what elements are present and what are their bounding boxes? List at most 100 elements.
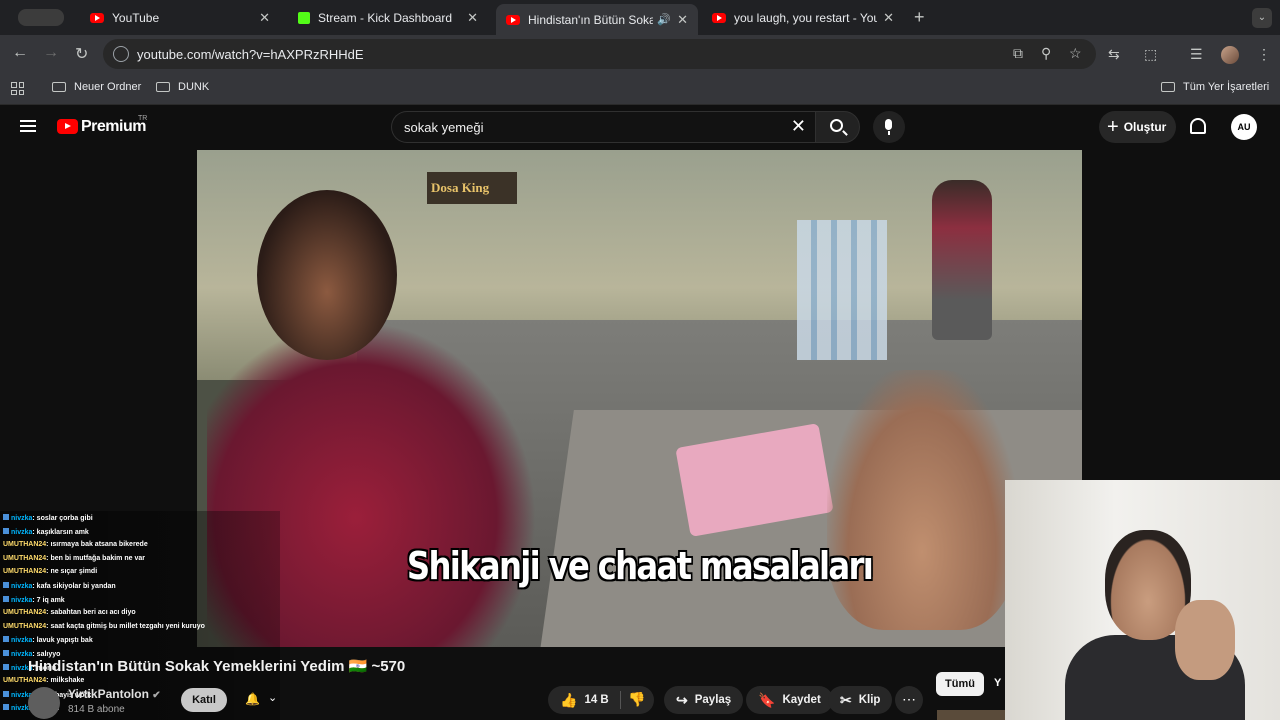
search-button[interactable]	[815, 111, 860, 143]
account-avatar[interactable]: AU	[1231, 114, 1257, 140]
close-icon[interactable]: ✕	[883, 10, 894, 26]
more-actions-icon[interactable]: ⋯	[895, 686, 923, 714]
tab-you-laugh[interactable]: you laugh, you restart - YouTu ✕	[702, 4, 904, 31]
chat-text: : saat kaçta gitmiş bu millet tezgahı ye…	[46, 622, 205, 630]
chat-username[interactable]: UMUTHAN24	[3, 623, 46, 630]
bookmark-icon: 🔖	[758, 691, 776, 708]
menu-hamburger-icon[interactable]	[20, 120, 36, 132]
search-value: sokak yemeği	[404, 120, 484, 135]
chip-all[interactable]: Tümü	[936, 672, 984, 696]
tab-youtube[interactable]: YouTube ✕	[80, 4, 280, 31]
chat-username[interactable]: nivzka	[11, 529, 32, 536]
translate-icon[interactable]: ⇆	[1108, 46, 1120, 63]
close-icon[interactable]: ✕	[467, 10, 478, 26]
install-app-icon[interactable]: ⧉	[1013, 45, 1023, 62]
address-bar[interactable]: youtube.com/watch?v=hAXPRzRHHdE ⧉ ⚲ ☆	[103, 39, 1096, 69]
chat-text: : sabahtan beri acı acı diyo	[46, 609, 136, 617]
chat-username[interactable]: UMUTHAN24	[3, 555, 46, 562]
subscriber-count: 814 B abone	[68, 704, 125, 715]
chat-message: nivzka: kaşıklarsın amk	[3, 527, 89, 536]
share-button[interactable]: ↪ Paylaş	[664, 686, 744, 714]
tab-search-button[interactable]: ⌄	[1252, 8, 1272, 28]
like-icon[interactable]: 👍	[560, 692, 577, 709]
close-icon[interactable]: ✕	[259, 10, 270, 26]
chat-message: nivzka: soslar çorba gibi	[3, 514, 93, 522]
close-icon[interactable]: ✕	[677, 12, 688, 28]
kick-icon	[298, 11, 310, 24]
chevron-down-icon: ⌄	[268, 692, 278, 704]
channel-name[interactable]: YirtikPantolon ✔	[68, 687, 161, 701]
chat-username[interactable]: nivzka	[11, 583, 32, 590]
save-label: Kaydet	[782, 694, 821, 706]
youtube-logo-icon[interactable]	[57, 119, 78, 134]
menu-icon[interactable]: ⋮	[1257, 46, 1271, 63]
plus-icon: +	[1107, 115, 1119, 138]
tab-hindistan-video[interactable]: Hindistan'ın Bütün Sokak 🔊 ✕	[496, 4, 698, 35]
chat-message: UMUTHAN24: milkshake	[3, 677, 84, 684]
youtube-icon	[712, 12, 726, 23]
dislike-icon[interactable]: 👎	[628, 691, 645, 708]
tab-title: you laugh, you restart - YouTu	[734, 10, 878, 25]
forward-icon[interactable]: →	[43, 44, 59, 62]
chat-username[interactable]: nivzka	[11, 597, 32, 604]
bookmark-star-icon[interactable]: ☆	[1069, 45, 1082, 62]
back-icon[interactable]: ←	[12, 44, 28, 62]
chat-username[interactable]: UMUTHAN24	[3, 568, 46, 575]
chat-username[interactable]: UMUTHAN24	[3, 541, 46, 548]
chat-badge-icon	[3, 650, 9, 656]
bookmark-folder-dunk[interactable]: DUNK	[156, 81, 209, 93]
bookmark-folder-neuer-ordner[interactable]: Neuer Ordner	[52, 81, 141, 93]
channel-avatar[interactable]	[28, 687, 60, 719]
speaker-icon[interactable]: 🔊	[657, 13, 671, 26]
site-info-icon[interactable]	[113, 46, 129, 62]
extensions-icon[interactable]: ⬚	[1144, 46, 1157, 63]
create-label: Oluştur	[1123, 120, 1167, 134]
tab-groups-button[interactable]	[18, 9, 64, 26]
like-count[interactable]: 14 B	[584, 694, 608, 706]
video-player[interactable]: Dosa King Shikanji ve chaat masalaları	[197, 150, 1082, 647]
chat-message: nivzka: lavuk yapıştı bak	[3, 636, 93, 644]
chat-text: : ben bi mutfağa bakim ne var	[46, 554, 145, 562]
zoom-icon[interactable]: ⚲	[1041, 45, 1051, 62]
recommended-thumbnail[interactable]	[937, 710, 1005, 720]
apps-icon[interactable]	[11, 82, 24, 95]
scissors-icon: ✂	[840, 691, 852, 708]
chat-badge-icon	[3, 690, 9, 697]
chat-message: UMUTHAN24: sabahtan beri acı acı diyo	[3, 609, 136, 616]
chat-username[interactable]: nivzka	[11, 637, 32, 644]
save-button[interactable]: 🔖 Kaydet	[746, 686, 833, 714]
chat-text: : soslar çorba gibi	[32, 515, 93, 522]
chat-message: UMUTHAN24: ben bi mutfağa bakim ne var	[3, 555, 145, 562]
folder-icon	[156, 82, 170, 92]
bell-icon: 🔔	[245, 692, 260, 706]
chip-next[interactable]: Y	[994, 677, 1001, 689]
new-tab-button[interactable]: +	[914, 7, 925, 28]
chat-username[interactable]: nivzka	[11, 515, 32, 522]
create-button[interactable]: + Oluştur	[1099, 111, 1176, 143]
subscription-bell-button[interactable]: 🔔 ⌄	[236, 688, 286, 712]
reload-icon[interactable]: ↻	[75, 44, 88, 64]
chat-badge-icon	[3, 595, 9, 602]
clip-button[interactable]: ✂ Klip	[828, 686, 893, 714]
chat-username[interactable]: UMUTHAN24	[3, 609, 46, 616]
share-label: Paylaş	[694, 694, 732, 706]
chat-text: : lavuk yapıştı bak	[32, 637, 93, 645]
streamer-hand	[1175, 600, 1235, 680]
chat-message: nivzka: kafa sikiyolar bi yandan	[3, 582, 116, 590]
browser-toolbar: ← → ↻ youtube.com/watch?v=hAXPRzRHHdE ⧉ …	[0, 35, 1280, 73]
chat-badge-icon	[3, 704, 9, 711]
profile-avatar[interactable]	[1221, 46, 1239, 64]
reading-list-icon[interactable]: ☰	[1190, 46, 1203, 63]
notifications-bell-icon[interactable]	[1190, 118, 1206, 134]
voice-search-icon[interactable]	[873, 111, 905, 143]
search-input[interactable]: sokak yemeği ✕	[391, 111, 816, 143]
youtube-header: Premium TR sokak yemeği ✕ + Oluştur AU	[0, 106, 1280, 150]
search-icon	[830, 119, 843, 132]
all-bookmarks-folder[interactable]: Tüm Yer İşaretleri	[1161, 81, 1269, 93]
youtube-premium-logo[interactable]: Premium	[81, 118, 146, 136]
join-button[interactable]: Katıl	[181, 688, 227, 712]
chat-username[interactable]: UMUTHAN24	[3, 677, 46, 684]
clear-search-icon[interactable]: ✕	[791, 116, 806, 137]
tab-kick-dashboard[interactable]: Stream - Kick Dashboard ✕	[288, 4, 488, 31]
chat-badge-icon	[3, 514, 9, 520]
